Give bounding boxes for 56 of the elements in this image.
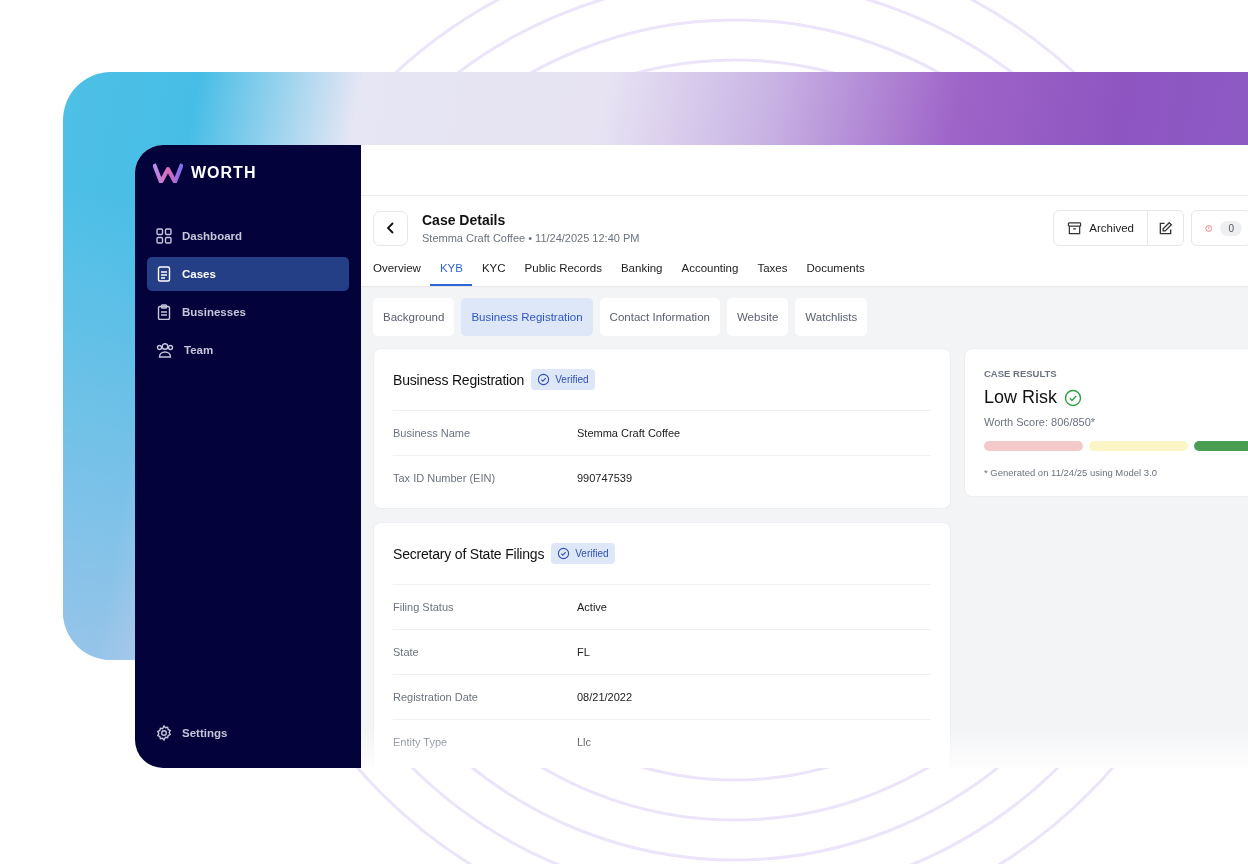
archive-box-icon xyxy=(1067,220,1083,236)
tab[interactable]: Banking xyxy=(611,256,672,286)
verified-badge: Verified xyxy=(531,369,595,390)
tab[interactable]: Taxes xyxy=(747,256,797,286)
verified-badge: Verified xyxy=(551,543,615,564)
field-value: Llc xyxy=(577,736,592,748)
settings-item[interactable]: Settings xyxy=(147,716,349,750)
field-label: Business Name xyxy=(393,427,472,439)
page-subtitle: Stemma Craft Coffee • 11/24/2025 12:40 PM xyxy=(422,232,641,244)
sidebar-item[interactable]: Cases xyxy=(147,257,349,291)
clipboard-icon xyxy=(156,304,172,320)
field-label: State xyxy=(393,646,420,658)
sidebar-item[interactable]: Businesses xyxy=(147,295,349,329)
settings-icon xyxy=(156,725,172,741)
subtab[interactable]: Website xyxy=(726,298,789,336)
alerts-button[interactable]: 0 xyxy=(1191,210,1248,246)
subtab[interactable]: Business Registration xyxy=(461,298,593,336)
alert-count: 0 xyxy=(1220,220,1242,236)
field-value: Stemma Craft Coffee xyxy=(577,427,681,439)
tab[interactable]: KYB xyxy=(430,256,473,286)
tab[interactable]: Documents xyxy=(796,256,875,286)
back-button[interactable] xyxy=(373,210,408,246)
worth-score: Worth Score: 806/850* xyxy=(984,416,1097,428)
tab[interactable]: Public Records xyxy=(515,256,612,286)
archived-button[interactable]: Archived xyxy=(1054,211,1147,245)
footnote: * Generated on 11/24/25 using Model 3.0 xyxy=(984,467,1159,478)
document-icon xyxy=(156,266,172,282)
risk-level: Low Risk xyxy=(984,387,1058,408)
field-label: Filing Status xyxy=(393,601,455,613)
sidebar-item[interactable]: Team xyxy=(147,333,349,367)
field-value: FL xyxy=(577,646,590,658)
card-title: Secretary of State Filings xyxy=(393,545,545,562)
check-badge-icon xyxy=(557,547,571,560)
field-value: 08/21/2022 xyxy=(577,691,633,703)
users-icon xyxy=(156,342,174,358)
brand-name: WORTH xyxy=(191,164,257,182)
check-circle-icon xyxy=(1064,388,1083,407)
tab[interactable]: Overview xyxy=(373,256,431,286)
grid-icon xyxy=(156,228,172,244)
field-value: 990747539 xyxy=(577,472,633,484)
edit-icon xyxy=(1158,220,1173,236)
page-title: Case Details xyxy=(422,212,507,228)
field-label: Tax ID Number (EIN) xyxy=(393,472,497,484)
card-title: Business Registration xyxy=(393,371,525,388)
tab[interactable]: Accounting xyxy=(672,256,748,286)
check-badge-icon xyxy=(537,373,551,386)
results-heading: CASE RESULTS xyxy=(984,368,1058,379)
field-value: Active xyxy=(577,601,607,613)
subtab[interactable]: Watchlists xyxy=(795,298,868,336)
field-label: Entity Type xyxy=(393,736,449,748)
logo-icon xyxy=(153,163,183,183)
sidebar-item[interactable]: Dashboard xyxy=(147,219,349,253)
tab[interactable]: KYC xyxy=(472,256,516,286)
subtab[interactable]: Background xyxy=(373,298,455,336)
field-label: Registration Date xyxy=(393,691,479,703)
subtab[interactable]: Contact Information xyxy=(599,298,720,336)
